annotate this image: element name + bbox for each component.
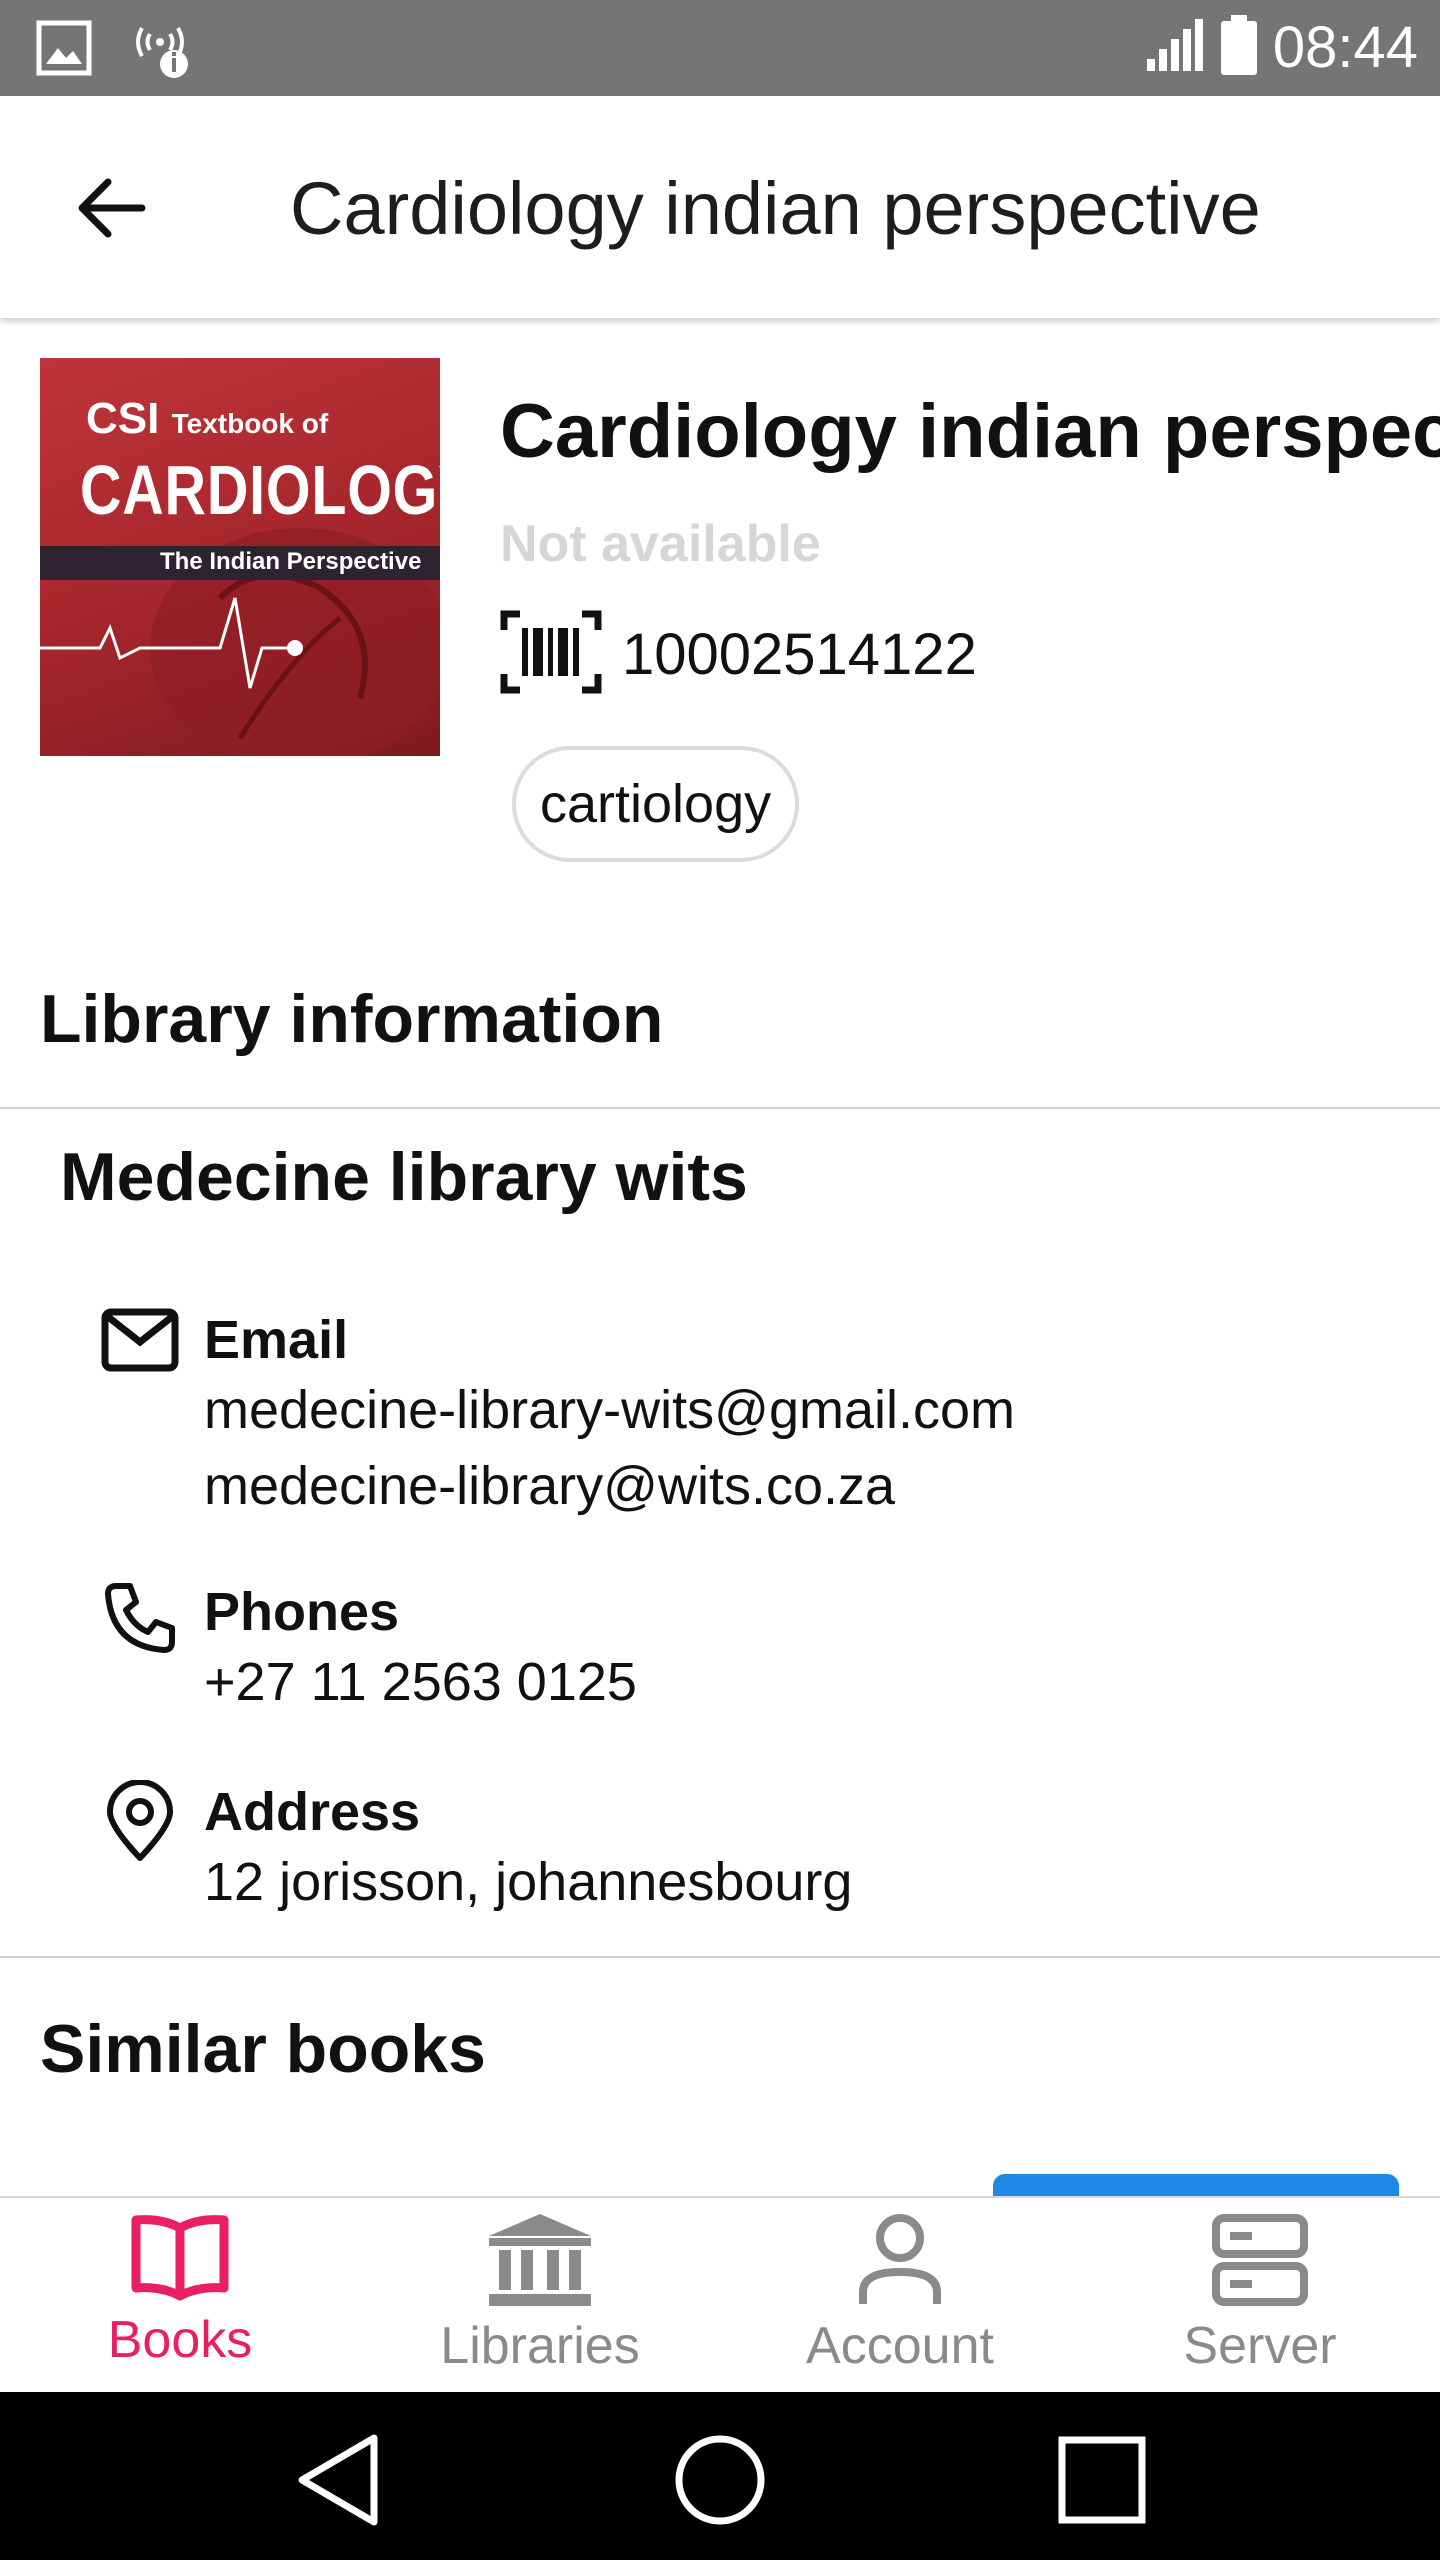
book-title: Cardiology indian perspective: [500, 389, 1440, 474]
phone-icon: [100, 1580, 180, 1660]
address-value[interactable]: 12 jorisson, johannesbourg: [204, 1844, 852, 1920]
email-value[interactable]: medecine-library@wits.co.za: [204, 1448, 1015, 1524]
page-title: Cardiology indian perspective: [290, 167, 1261, 250]
library-information-heading: Library information: [40, 981, 664, 1057]
nav-libraries-label: Libraries: [440, 2317, 640, 2375]
location-pin-icon: [100, 1780, 180, 1861]
similar-books-heading: Similar books: [40, 2011, 486, 2087]
nav-account[interactable]: Account: [720, 2198, 1080, 2394]
battery-icon: [1220, 15, 1257, 80]
cover-csi: CSI: [86, 394, 160, 443]
category-tag[interactable]: cartiology: [512, 746, 800, 862]
book-detail-content[interactable]: CSI Textbook of CARDIOLOGY The Indian Pe…: [0, 318, 1440, 2196]
email-label: Email: [204, 1310, 349, 1370]
barcode-icon: [500, 610, 602, 699]
address-label: Address: [204, 1782, 421, 1842]
system-back-button[interactable]: [290, 2430, 390, 2530]
signal-icon: [1145, 17, 1205, 78]
book-cover-image: CSI Textbook of CARDIOLOGY The Indian Pe…: [40, 358, 440, 756]
server-icon: [1212, 2214, 1308, 2306]
phones-label: Phones: [204, 1582, 400, 1642]
app-bar: Cardiology indian perspective: [0, 96, 1440, 318]
email-block: Email medecine-library-wits@gmail.com me…: [100, 1308, 1015, 1524]
nav-account-label: Account: [806, 2317, 994, 2375]
square-recents-icon: [1058, 2436, 1146, 2524]
triangle-back-icon: [298, 2434, 378, 2526]
availability-status: Not available: [500, 515, 821, 573]
back-button[interactable]: [70, 168, 150, 248]
cover-textbook-of: Textbook of: [171, 408, 329, 439]
barcode-row: 10002514122: [500, 610, 977, 699]
cover-subtitle: The Indian Perspective: [160, 548, 422, 575]
nav-libraries[interactable]: Libraries: [360, 2198, 720, 2394]
bottom-navigation: Books Libraries Account Server: [0, 2196, 1440, 2394]
status-time: 08:44: [1272, 15, 1418, 80]
library-name[interactable]: Medecine library wits: [60, 1138, 748, 1216]
divider: [0, 1956, 1440, 1958]
nav-server[interactable]: Server: [1080, 2198, 1440, 2394]
system-home-button[interactable]: [670, 2430, 770, 2530]
nav-books-label: Books: [107, 2311, 253, 2369]
email-icon: [100, 1308, 180, 1388]
address-block: Address 12 jorisson, johannesbourg: [100, 1780, 852, 1920]
arrow-left-icon: [78, 178, 146, 238]
account-icon: [859, 2214, 941, 2304]
image-notification-icon: [36, 20, 92, 85]
nav-books[interactable]: Books: [0, 2198, 360, 2394]
cover-cardiology: CARDIOLOGY: [80, 451, 440, 529]
barcode-number: 10002514122: [622, 622, 977, 687]
system-navigation-bar: [0, 2392, 1440, 2560]
status-bar: 08:44: [0, 0, 1440, 96]
system-recents-button[interactable]: [1052, 2430, 1152, 2530]
nav-server-label: Server: [1183, 2317, 1337, 2375]
similar-book-card[interactable]: [993, 2174, 1399, 2196]
library-icon: [489, 2214, 591, 2306]
hotspot-info-icon: [132, 20, 196, 85]
circle-home-icon: [675, 2435, 765, 2525]
book-icon: [131, 2215, 229, 2301]
email-value[interactable]: medecine-library-wits@gmail.com: [204, 1372, 1015, 1448]
divider: [0, 1107, 1440, 1109]
phones-block: Phones +27 11 2563 0125: [100, 1580, 637, 1720]
phone-value[interactable]: +27 11 2563 0125: [204, 1644, 637, 1720]
